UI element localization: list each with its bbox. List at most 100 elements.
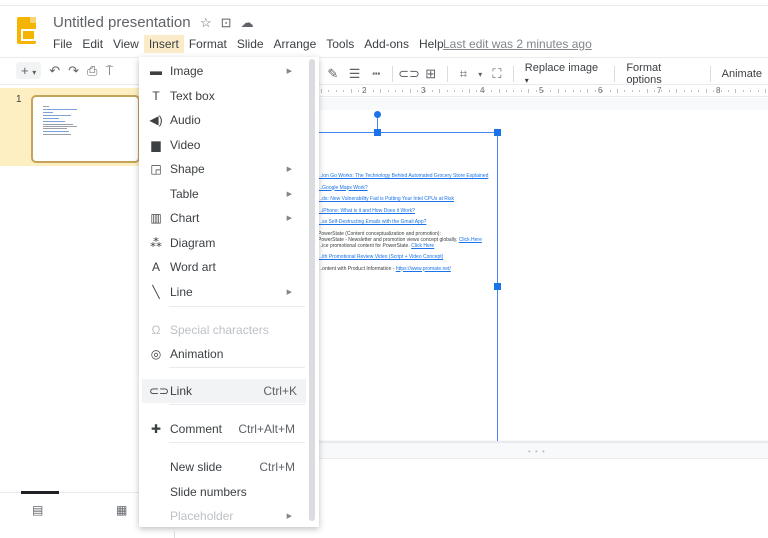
menu-format[interactable]: Format (184, 35, 232, 53)
resize-handle[interactable] (494, 283, 501, 290)
rotation-handle[interactable] (374, 111, 381, 118)
slide-link[interactable]: ...ith Promotional Review Video (Script … (318, 254, 443, 260)
menu-add-ons[interactable]: Add-ons (359, 35, 414, 53)
menu-edit[interactable]: Edit (77, 35, 108, 53)
menu-item-video[interactable]: ▆ Video (139, 133, 307, 157)
menu-item-new-slide[interactable]: New slide Ctrl+M (139, 455, 307, 479)
menu-item-label: Video (170, 137, 201, 152)
document-title[interactable]: Untitled presentation (53, 14, 191, 31)
link-icon: ⊂⊃ (149, 384, 170, 398)
undo-icon[interactable]: ↶ (49, 63, 60, 79)
animate-button[interactable]: Animate (716, 68, 768, 80)
submenu-arrow-icon: ▶ (286, 166, 292, 173)
thumb-line (43, 121, 65, 122)
menu-item-slide-numbers[interactable]: Slide numbers (139, 480, 307, 504)
format-options-button[interactable]: Format options (620, 62, 704, 86)
menu-item-placeholder[interactable]: Placeholder ▶ (139, 504, 307, 527)
cloud-status-icon[interactable]: ☁ (241, 15, 254, 31)
menu-insert[interactable]: Insert (143, 35, 184, 53)
ruler-tick (617, 89, 618, 93)
menu-file[interactable]: File (48, 35, 77, 53)
menu-slide[interactable]: Slide (232, 35, 269, 53)
menu-tools[interactable]: Tools (321, 35, 359, 53)
menu-separator (169, 404, 305, 405)
comment-icon: ✚ (150, 422, 162, 436)
slide-link[interactable]: Click Here (411, 243, 434, 249)
border-dash-icon[interactable]: ┅ (365, 66, 387, 82)
horizontal-ruler[interactable]: 2 3 4 5 6 7 8 (318, 85, 768, 97)
print-icon[interactable]: ⎙ (87, 63, 97, 79)
link-icon[interactable]: ⊂⊃ (398, 66, 420, 82)
add-comment-icon[interactable]: ⊞ (420, 66, 442, 82)
menu-item-table[interactable]: Table ▶ (139, 182, 307, 206)
menu-item-diagram[interactable]: ⁂ Diagram (139, 231, 307, 255)
move-to-folder-icon[interactable]: ⊡ (221, 15, 232, 31)
menu-item-comment[interactable]: ✚ Comment Ctrl+Alt+M (139, 417, 307, 441)
menu-item-line[interactable]: ╲ Line ▶ (139, 280, 307, 304)
ruler-tick (765, 89, 766, 93)
drag-handle-icon[interactable]: • • • (528, 447, 546, 456)
slide-page[interactable]: ...ion Go Works: The Technology Behind A… (318, 110, 768, 448)
slide-link[interactable]: ...ss Self-Destructing Emails with the G… (318, 219, 426, 225)
ruler-tick (417, 90, 419, 92)
redo-icon[interactable]: ↷ (68, 63, 79, 79)
slide-link[interactable]: ...iPhone: What is it and How Does it Wo… (318, 208, 415, 214)
last-edit-link[interactable]: Last edit was 2 minutes ago (443, 37, 592, 51)
menu-separator (169, 367, 305, 368)
menu-item-chart[interactable]: ▥ Chart ▶ (139, 206, 307, 230)
resize-handle[interactable] (494, 129, 501, 136)
submenu-arrow-icon: ▶ (286, 288, 292, 296)
grid-view-icon[interactable]: ▦ (116, 503, 127, 517)
menu-item-image[interactable]: ▬ Image ▶ (139, 59, 307, 83)
slide-link[interactable]: ...ion Go Works: The Technology Behind A… (318, 173, 488, 179)
resize-handle[interactable] (374, 129, 381, 136)
star-icon[interactable]: ☆ (200, 15, 212, 31)
menu-view[interactable]: View (108, 35, 144, 53)
menu-item-shape[interactable]: ◲ Shape ▶ (139, 157, 307, 181)
crop-icon[interactable]: ⌗ (453, 66, 475, 82)
menu-item-word-art[interactable]: A Word art (139, 255, 307, 279)
ruler-tick (646, 89, 648, 93)
ruler-tick (654, 90, 655, 92)
shortcut-label: Ctrl+M (259, 460, 295, 474)
menu-item-label: Placeholder (170, 509, 234, 523)
menu-arrange[interactable]: Arrange (269, 35, 322, 53)
ruler-tick (469, 89, 470, 93)
dropdown-icon[interactable]: ▾ (474, 70, 486, 79)
speaker-notes-divider[interactable]: • • • (318, 441, 768, 459)
slide-link[interactable]: ...ds: New Vulnerability Fad is Putting … (318, 196, 454, 202)
ruler-tick (491, 90, 493, 92)
ruler-tick (498, 89, 500, 93)
replace-image-button[interactable]: Replace image ▾ (519, 62, 610, 86)
slide-canvas[interactable]: ...ion Go Works: The Technology Behind A… (318, 98, 768, 448)
ruler-tick (698, 90, 700, 92)
menu-item-audio[interactable]: ◀) Audio (139, 108, 307, 132)
menu-item-label: Table (170, 186, 199, 201)
ruler-tick (757, 90, 759, 92)
slide-thumbnail[interactable] (31, 95, 140, 163)
slides-logo-icon[interactable] (17, 17, 36, 44)
new-slide-button[interactable]: + ▾ (16, 62, 42, 79)
view-tabs: ▤ ▦ (0, 491, 140, 527)
ruler-tick (476, 90, 478, 92)
menu-scrollbar[interactable] (309, 59, 315, 521)
paint-format-icon[interactable]: ⍑ (105, 63, 113, 79)
menu-item-special-characters[interactable]: Ω Special characters (139, 318, 307, 342)
ruler-tick (321, 89, 322, 93)
border-weight-icon[interactable]: ☰ (344, 66, 366, 82)
menu-item-animation[interactable]: ◎ Animation (139, 342, 307, 366)
ruler-tick (513, 90, 515, 92)
reset-image-icon[interactable]: ⛶ (486, 66, 508, 82)
slide-link[interactable]: Click Here (459, 237, 482, 243)
filmstrip-view-icon[interactable]: ▤ (32, 503, 43, 517)
slides-app: Untitled presentation ☆ ⊡ ☁ File Edit Vi… (0, 0, 768, 538)
menu-item-text-box[interactable]: T Text box (139, 84, 307, 108)
menu-item-link[interactable]: ⊂⊃ Link Ctrl+K (142, 379, 306, 403)
slide-thumbnail-row[interactable]: 1 (0, 88, 140, 166)
slide-link[interactable]: https://www.promate.net/ (396, 266, 451, 272)
toolbar-divider (512, 66, 514, 82)
pen-icon[interactable]: ✎ (322, 66, 344, 82)
slide-text-line: ...ontent with Product Information - htt… (318, 266, 488, 272)
slide-link[interactable]: ...Google Maps Work? (318, 185, 368, 191)
ruler-tick (683, 90, 685, 92)
